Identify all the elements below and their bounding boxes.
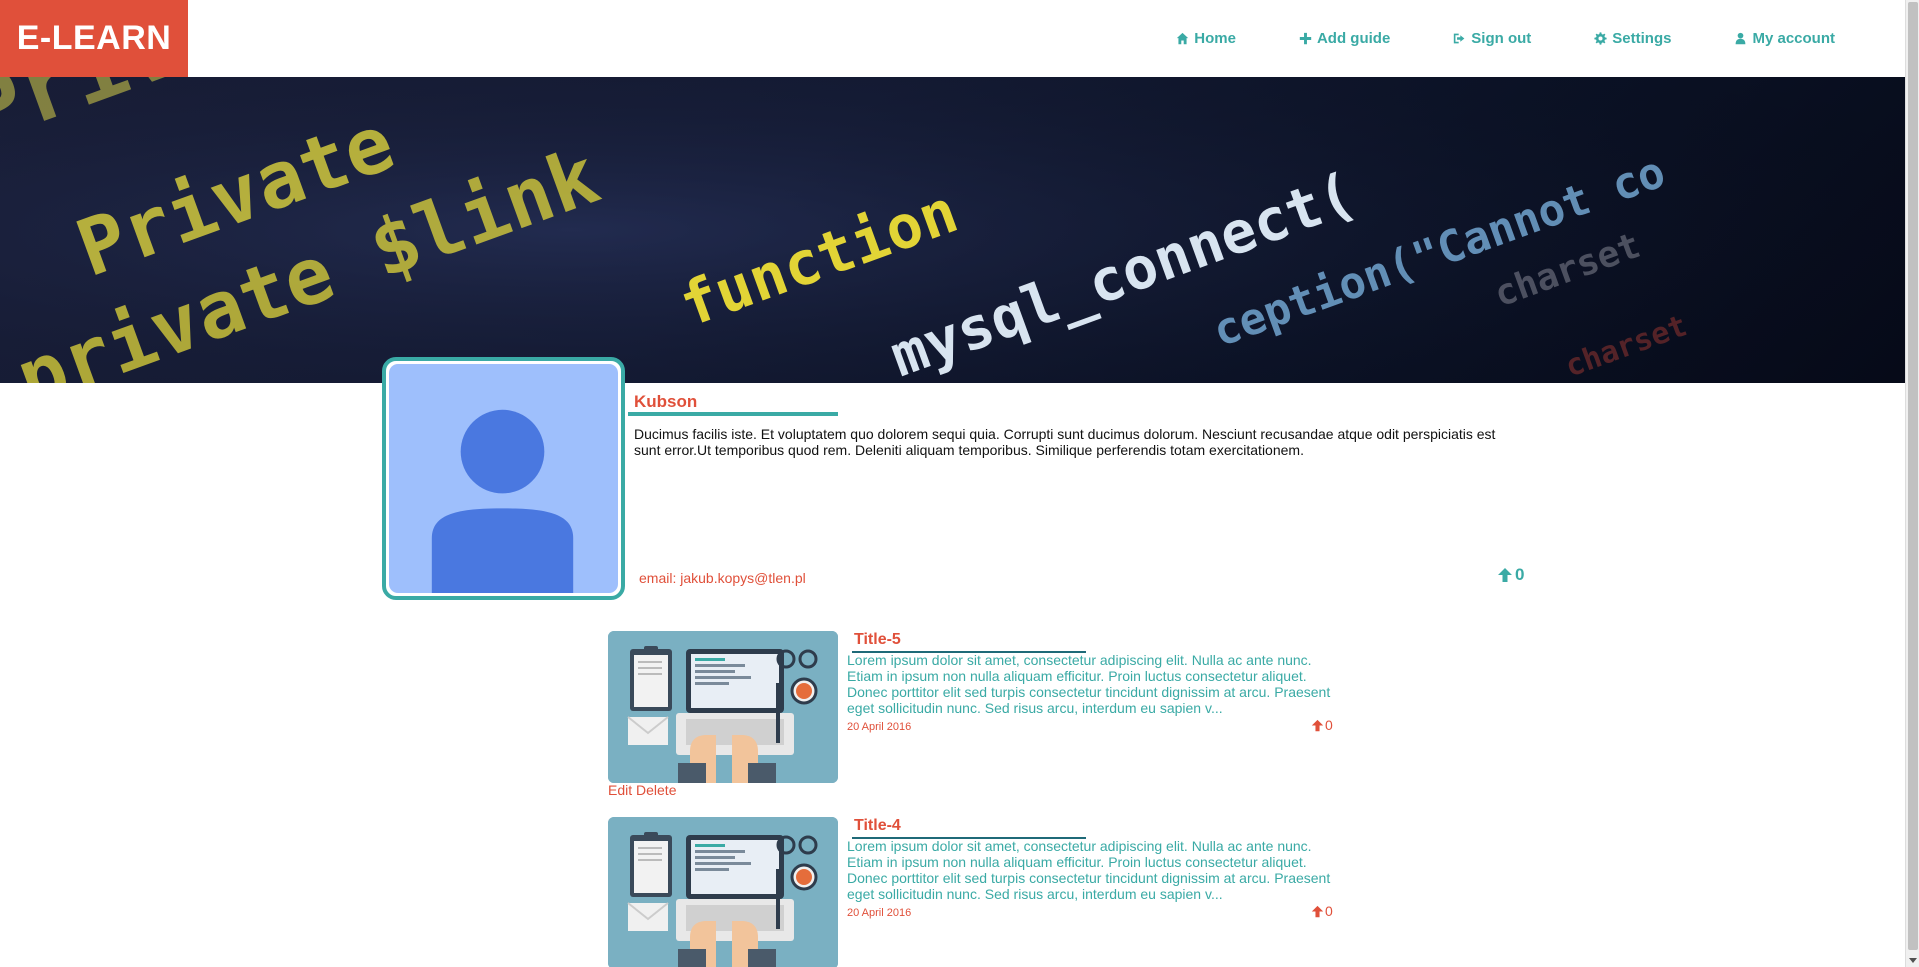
profile-votes: 0: [1497, 565, 1524, 585]
delete-guide-link[interactable]: Delete: [636, 782, 676, 798]
laptop-illustration: [608, 817, 838, 967]
guide-date: 20 April 2016: [847, 907, 912, 919]
guide-title[interactable]: Title-4: [854, 817, 901, 835]
caret-down-icon: [1909, 958, 1917, 963]
guide-card: Title-5 Lorem ipsum dolor sit amet, cons…: [608, 631, 1343, 786]
plus-icon: [1299, 32, 1312, 45]
user-silhouette-icon: [431, 409, 574, 593]
guide-excerpt: Lorem ipsum dolor sit amet, consectetur …: [847, 652, 1331, 716]
main-nav: Home Add guide Sign out Settings My acco…: [1113, 0, 1835, 77]
nav-my-account-label: My account: [1752, 30, 1835, 47]
avatar-placeholder: [389, 364, 618, 593]
nav-settings[interactable]: Settings: [1594, 30, 1671, 47]
profile-bio: Ducimus facilis iste. Et voluptatem quo …: [634, 426, 1496, 458]
guide-actions: Edit Delete: [608, 782, 676, 798]
username-divider: [628, 412, 838, 416]
site-logo[interactable]: E-LEARN: [0, 0, 188, 77]
home-icon: [1177, 32, 1189, 45]
guide-votes: 0: [1311, 717, 1333, 733]
nav-add-guide[interactable]: Add guide: [1299, 30, 1390, 47]
scroll-down-button[interactable]: [1906, 953, 1919, 967]
top-header: E-LEARN Home Add guide Sign out Settings…: [0, 0, 1905, 77]
arrow-up-icon: [1311, 905, 1324, 917]
arrow-up-icon: [1498, 568, 1512, 582]
guide-votes: 0: [1311, 903, 1333, 919]
scrollbar-thumb[interactable]: [1908, 2, 1918, 950]
code-banner-image: Private Private private $link function m…: [0, 77, 1905, 383]
guide-title[interactable]: Title-5: [854, 631, 901, 649]
guide-date: 20 April 2016: [847, 721, 912, 733]
profile-username: Kubson: [634, 392, 698, 411]
guide-thumbnail[interactable]: [608, 817, 838, 967]
guide-vote-count: 0: [1325, 717, 1333, 733]
profile-email: email: jakub.kopys@tlen.pl: [639, 570, 806, 586]
nav-home[interactable]: Home: [1176, 30, 1236, 47]
nav-add-guide-label: Add guide: [1316, 30, 1391, 47]
page-scrollbar[interactable]: [1905, 0, 1919, 967]
guide-thumbnail[interactable]: [608, 631, 838, 783]
guide-excerpt: Lorem ipsum dolor sit amet, consectetur …: [847, 838, 1331, 902]
profile-avatar: [382, 357, 625, 600]
gear-icon: [1594, 32, 1607, 45]
user-icon: [1736, 32, 1746, 45]
nav-home-label: Home: [1194, 30, 1236, 47]
profile-vote-count: 0: [1515, 565, 1525, 584]
nav-sign-out-label: Sign out: [1471, 30, 1532, 47]
sign-out-icon: [1454, 33, 1465, 44]
nav-sign-out[interactable]: Sign out: [1453, 30, 1531, 47]
code-banner-graphic: Private Private private $link function m…: [0, 77, 1905, 383]
arrow-up-icon: [1311, 719, 1324, 731]
nav-settings-label: Settings: [1612, 30, 1672, 47]
guide-card: Title-4 Lorem ipsum dolor sit amet, cons…: [608, 817, 1343, 967]
guide-vote-count: 0: [1325, 903, 1333, 919]
laptop-illustration: [608, 631, 838, 783]
nav-my-account[interactable]: My account: [1734, 30, 1835, 47]
edit-guide-link[interactable]: Edit: [608, 782, 632, 798]
